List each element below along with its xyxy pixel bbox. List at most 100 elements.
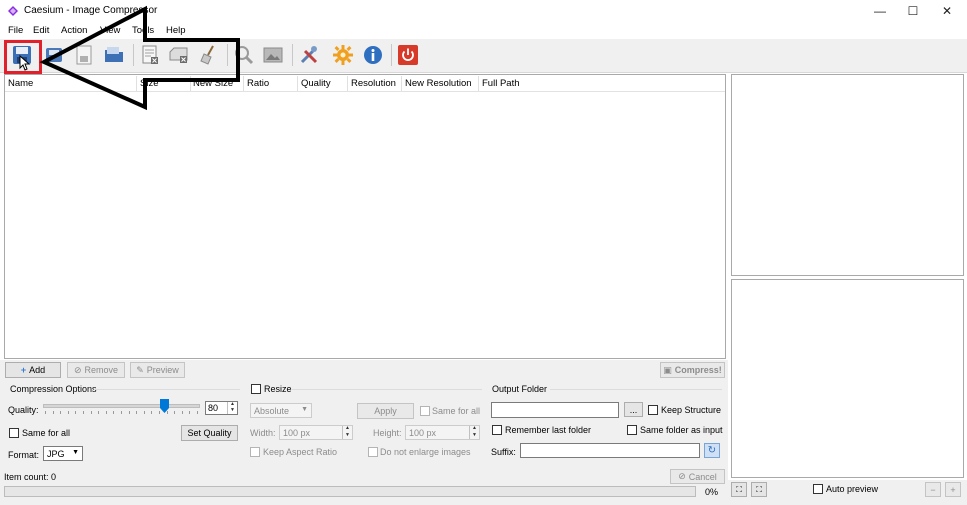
width-spinbox[interactable]: 100 px ▲ ▼ xyxy=(279,425,353,440)
suffix-input[interactable] xyxy=(520,443,700,458)
keep-aspect-ratio-checkbox[interactable] xyxy=(250,447,260,457)
refresh-icon: ↻ xyxy=(707,445,717,456)
quality-spin-buttons[interactable]: ▲ ▼ xyxy=(227,402,237,414)
exit-button[interactable] xyxy=(394,41,422,69)
tools-icon xyxy=(300,46,318,64)
keep-aspect-ratio-label: Keep Aspect Ratio xyxy=(263,447,338,457)
width-value: 100 px xyxy=(283,427,311,438)
slider-tick xyxy=(136,411,138,414)
slider-tick xyxy=(174,411,176,414)
apply-button[interactable]: Apply xyxy=(357,403,414,419)
plus-icon: + xyxy=(20,365,27,375)
quality-value: 80 xyxy=(208,403,219,413)
same-for-all-checkbox[interactable] xyxy=(9,428,19,438)
info-button[interactable] xyxy=(359,41,387,69)
column-header-full-path[interactable]: Full Path xyxy=(482,78,520,89)
tutorial-arrow xyxy=(39,5,240,111)
column-header-resolution[interactable]: Resolution xyxy=(351,78,396,89)
fit-original-button[interactable]: ⛶ xyxy=(731,482,747,497)
quality-slider-track[interactable] xyxy=(43,404,200,408)
remove-button[interactable]: ⊘ Remove xyxy=(67,362,125,378)
set-quality-button[interactable]: Set Quality xyxy=(181,425,238,441)
slider-tick xyxy=(90,411,92,414)
quality-slider-ticks xyxy=(45,411,198,415)
info-icon xyxy=(364,46,382,64)
compression-options-title: Compression Options xyxy=(10,384,97,394)
resize-same-for-all-label: Same for all xyxy=(432,406,481,416)
progress-bar xyxy=(4,486,696,497)
slider-tick xyxy=(197,411,198,414)
remember-last-folder-label: Remember last folder xyxy=(505,425,592,435)
slider-tick xyxy=(181,411,183,414)
remember-last-folder-checkbox[interactable] xyxy=(492,425,502,435)
preview-icon xyxy=(263,47,283,63)
fit-compressed-button[interactable]: ⛶ xyxy=(751,482,767,497)
preview-button[interactable]: ✎ Preview xyxy=(130,362,185,378)
same-folder-as-input-checkbox[interactable] xyxy=(627,425,637,435)
output-folder-input[interactable] xyxy=(491,402,619,418)
refresh-suffix-button[interactable]: ↻ xyxy=(704,443,720,458)
plus-icon: + xyxy=(950,484,956,495)
column-header-quality[interactable]: Quality xyxy=(301,78,331,89)
original-preview-pane[interactable] xyxy=(731,74,964,276)
preview-image-button[interactable] xyxy=(259,41,287,69)
minimize-button[interactable]: — xyxy=(863,0,897,22)
width-spin-buttons[interactable]: ▲ ▼ xyxy=(342,426,352,439)
height-value: 100 px xyxy=(409,427,437,438)
compressed-preview-pane[interactable] xyxy=(731,279,964,478)
auto-preview-checkbox[interactable] xyxy=(813,484,823,494)
format-select[interactable]: JPG ▼ xyxy=(43,446,83,461)
resize-mode-select[interactable]: Absolute ▼ xyxy=(250,403,312,418)
slider-tick xyxy=(121,411,122,414)
compress-button[interactable]: ▣ Compress! xyxy=(660,362,725,378)
slider-tick xyxy=(113,411,115,414)
slider-tick xyxy=(143,411,145,414)
format-label: Format: xyxy=(8,450,40,460)
zoom-out-button[interactable]: − xyxy=(925,482,941,497)
tools-button[interactable] xyxy=(295,41,323,69)
settings-gear-icon xyxy=(333,45,353,65)
do-not-enlarge-label: Do not enlarge images xyxy=(380,447,471,457)
width-label: Width: xyxy=(250,428,276,438)
slider-tick xyxy=(151,411,153,414)
column-header-new-resolution[interactable]: New Resolution xyxy=(405,78,472,89)
same-for-all-label: Same for all xyxy=(22,428,71,438)
slider-tick xyxy=(189,411,191,414)
do-not-enlarge-checkbox[interactable] xyxy=(368,447,378,457)
chevron-down-icon: ▼ xyxy=(72,449,79,456)
add-label: Add xyxy=(29,365,46,375)
column-divider xyxy=(401,76,402,91)
group-divider xyxy=(292,389,482,390)
compress-label: Compress! xyxy=(674,365,722,375)
add-button[interactable]: + Add xyxy=(5,362,61,378)
resize-same-for-all-checkbox[interactable] xyxy=(420,406,430,416)
slider-tick xyxy=(67,411,69,414)
settings-button[interactable] xyxy=(329,41,357,69)
height-spin-buttons[interactable]: ▲ ▼ xyxy=(469,426,479,439)
toolbar-separator xyxy=(292,44,293,66)
quality-spinbox[interactable]: 80 ▲ ▼ xyxy=(205,401,238,415)
slider-tick xyxy=(75,411,77,414)
slider-tick xyxy=(52,411,54,414)
keep-structure-checkbox[interactable] xyxy=(648,405,658,415)
cancel-button[interactable]: ⊘ Cancel xyxy=(670,469,725,484)
column-divider xyxy=(478,76,479,91)
resize-checkbox[interactable] xyxy=(251,384,261,394)
quality-slider-thumb[interactable] xyxy=(160,399,170,413)
preview-small-icon: ✎ xyxy=(136,364,144,375)
maximize-button[interactable]: ☐ xyxy=(896,0,930,22)
slider-tick xyxy=(60,411,62,414)
compress-icon: ▣ xyxy=(663,364,672,375)
slider-tick xyxy=(128,411,130,414)
progress-percent: 0% xyxy=(705,487,719,497)
column-divider xyxy=(297,76,298,91)
remove-label: Remove xyxy=(84,365,119,375)
close-button[interactable]: ✕ xyxy=(930,0,964,22)
zoom-in-button[interactable]: + xyxy=(945,482,961,497)
height-spinbox[interactable]: 100 px ▲ ▼ xyxy=(405,425,480,440)
fit-icon: ⛶ xyxy=(736,484,742,494)
browse-button[interactable]: ... xyxy=(624,402,643,417)
format-value: JPG xyxy=(47,448,65,459)
item-count-label: Item count: 0 xyxy=(4,472,57,482)
slider-tick xyxy=(98,411,100,414)
